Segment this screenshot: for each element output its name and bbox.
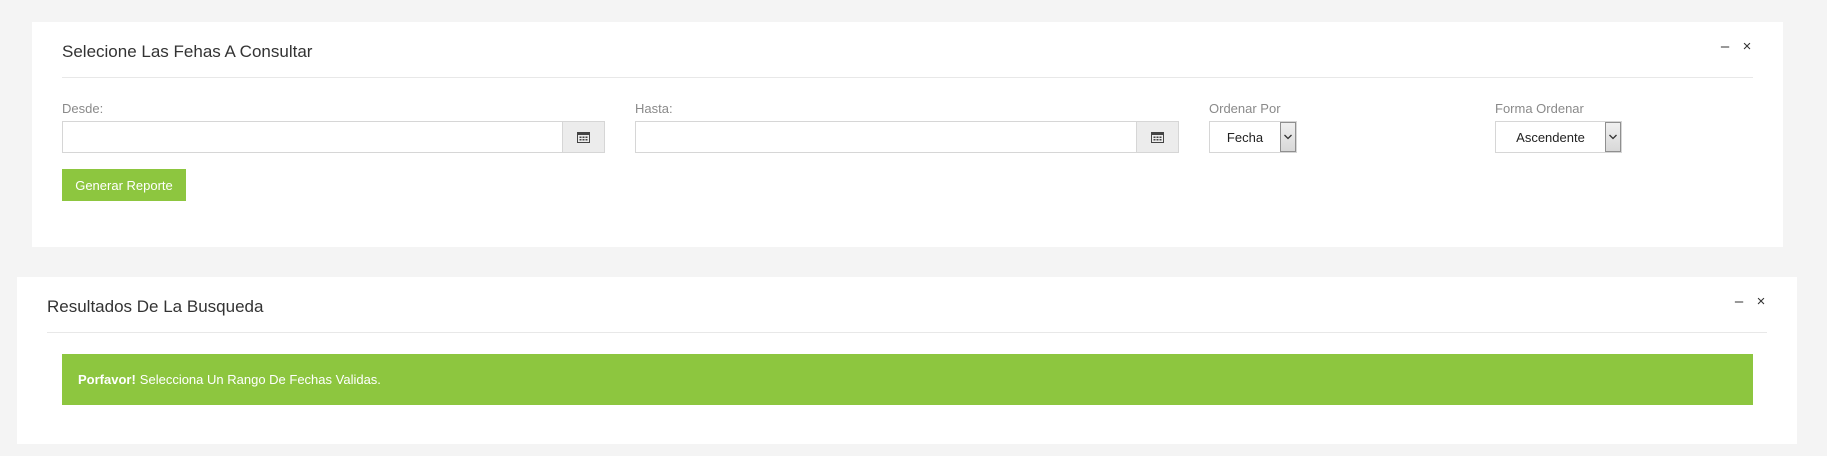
alert-strong-text: Porfavor! <box>78 372 136 387</box>
from-date-label: Desde: <box>62 101 104 116</box>
from-date-input[interactable] <box>63 122 562 152</box>
minimize-button[interactable]: – <box>1733 294 1745 310</box>
filters-panel-tools: – × <box>1719 39 1753 55</box>
generate-report-button[interactable]: Generar Reporte <box>62 169 186 201</box>
order-direction-select[interactable]: Ascendente <box>1495 121 1622 153</box>
from-date-picker-button[interactable] <box>562 122 604 152</box>
close-button[interactable]: × <box>1755 294 1767 310</box>
calendar-icon <box>577 132 590 143</box>
order-by-label: Ordenar Por <box>1209 101 1281 116</box>
to-date-picker-button[interactable] <box>1136 122 1178 152</box>
order-by-select[interactable]: Fecha <box>1209 121 1297 153</box>
chevron-down-icon[interactable] <box>1280 122 1296 152</box>
from-date-group <box>62 121 605 153</box>
filters-panel-title: Selecione Las Fehas A Consultar <box>62 42 313 61</box>
to-date-group <box>635 121 1179 153</box>
results-panel-title: Resultados De La Busqueda <box>47 297 264 316</box>
chevron-down-icon[interactable] <box>1605 122 1621 152</box>
results-panel-tools: – × <box>1733 294 1767 310</box>
results-panel-header: Resultados De La Busqueda – × <box>47 277 1767 333</box>
filters-panel-header: Selecione Las Fehas A Consultar – × <box>62 22 1753 78</box>
to-date-label: Hasta: <box>635 101 673 116</box>
to-date-input[interactable] <box>636 122 1136 152</box>
order-direction-label: Forma Ordenar <box>1495 101 1584 116</box>
results-panel: Resultados De La Busqueda – × Porfavor! … <box>17 277 1797 444</box>
order-by-value: Fecha <box>1226 129 1264 145</box>
minimize-button[interactable]: – <box>1719 39 1731 55</box>
alert-message: Selecciona Un Rango De Fechas Validas. <box>139 372 381 387</box>
close-button[interactable]: × <box>1741 39 1753 55</box>
filters-panel: Selecione Las Fehas A Consultar – × Desd… <box>32 22 1783 247</box>
validation-alert: Porfavor! Selecciona Un Rango De Fechas … <box>62 354 1753 405</box>
order-direction-value: Ascendente <box>1516 129 1585 145</box>
calendar-icon <box>1151 132 1164 143</box>
